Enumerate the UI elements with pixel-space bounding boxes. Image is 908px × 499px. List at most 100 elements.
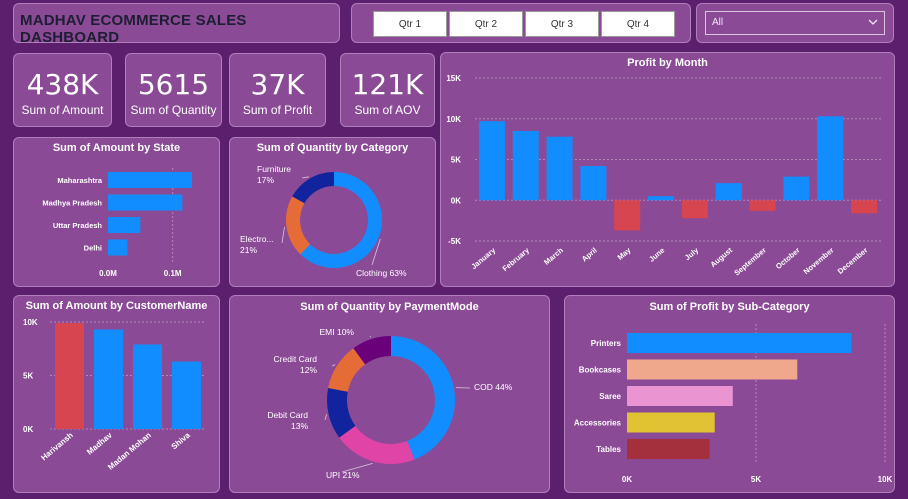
leader-line: [301, 176, 309, 179]
donut-slice: [286, 196, 311, 255]
bar: [783, 176, 810, 201]
bar: [627, 333, 852, 353]
category-label: Harivansh: [39, 431, 75, 463]
bar: [172, 361, 201, 429]
category-label: Maharashtra: [57, 176, 102, 185]
y-tick-label: 5K: [451, 156, 461, 165]
quantity-by-paymentmode-svg: COD 44% UPI 21% Debit Card 13% Credit Card 12…: [267, 327, 513, 480]
bar: [108, 217, 141, 233]
category-label: November: [802, 246, 836, 277]
bar: [512, 130, 539, 201]
quarter-button-3[interactable]: Qtr 3: [525, 11, 599, 37]
quarter-button-1[interactable]: Qtr 1: [373, 11, 447, 37]
slice-label: Clothing 63%: [356, 268, 407, 278]
leader-line: [369, 335, 371, 338]
bar: [627, 412, 715, 433]
bar: [133, 344, 162, 429]
chevron-down-icon: [868, 19, 878, 25]
bar: [627, 359, 798, 380]
quarter-button-4[interactable]: Qtr 4: [601, 11, 675, 37]
category-label: December: [836, 246, 870, 276]
kpi-value: 438K: [26, 68, 99, 101]
y-tick-label: 5K: [23, 372, 33, 381]
donut-slice: [339, 425, 415, 464]
kpi-label: Sum of Quantity: [130, 103, 217, 117]
amount-by-customer-svg: 10K 5K 0K Harivansh MadhavMadan Mohan Shiva: [23, 318, 206, 472]
amount-by-state-chart: Sum of Amount by State 0.0M 0.1M Maharasht…: [13, 137, 220, 287]
bar: [681, 200, 708, 219]
dropdown-value: All: [712, 17, 724, 28]
bar: [648, 196, 675, 201]
bar: [55, 323, 84, 429]
bar: [478, 121, 505, 201]
quarter-slicer: Qtr 1 Qtr 2 Qtr 3 Qtr 4: [351, 3, 691, 43]
category-label: Bookcases: [579, 366, 622, 375]
category-label: Accessories: [574, 419, 622, 428]
category-label: April: [580, 246, 599, 264]
quarter-button-2[interactable]: Qtr 2: [449, 11, 523, 37]
profit-by-month-svg: 15K 10K 5K 0K -5K January February March April Ma…: [446, 74, 881, 278]
bar: [108, 194, 183, 211]
kpi-label: Sum of AOV: [354, 103, 421, 117]
kpi-value: 5615: [137, 68, 210, 101]
category-label: February: [501, 245, 532, 273]
y-tick-label: 10K: [23, 318, 38, 327]
kpi-value: 37K: [250, 68, 305, 101]
slice-label: Debit Card 13%: [267, 410, 308, 431]
x-tick-label: 0.0M: [99, 269, 117, 278]
slice-label: Credit Card 12%: [274, 354, 318, 375]
category-label: July: [683, 245, 701, 262]
category-label: Madhav: [85, 430, 114, 456]
category-label: Delhi: [84, 244, 102, 253]
quantity-by-paymentmode-chart: Sum of Quantity by PaymentMode COD 44% UP…: [229, 295, 550, 493]
bar: [108, 239, 128, 256]
slice-label: EMI 10%: [320, 327, 355, 337]
category-label: Madhya Pradesh: [42, 199, 102, 208]
category-label: Saree: [599, 392, 621, 401]
category-label: Shiva: [170, 430, 193, 451]
bar: [627, 439, 710, 459]
kpi-card-amount: 438K Sum of Amount: [13, 53, 112, 127]
slice-label: UPI 21%: [326, 470, 360, 480]
donut-slice: [292, 172, 334, 204]
category-label: September: [732, 246, 768, 278]
bar: [546, 136, 573, 201]
bar: [817, 116, 844, 201]
bar: [851, 200, 878, 214]
slice-label: COD 44%: [474, 382, 513, 392]
leader-line: [281, 226, 285, 244]
bar: [580, 166, 607, 201]
profit-by-month-chart: Profit by Month 15K 10K 5K 0K -5K January Febr…: [440, 52, 895, 287]
y-tick-label: 15K: [446, 74, 461, 83]
amount-by-state-svg: 0.0M 0.1M Maharashtra Madhya Pradesh Uttar P…: [42, 168, 193, 278]
leader-line: [324, 414, 327, 421]
page-title: MADHAV ECOMMERCE SALES DASHBOARD: [20, 12, 247, 46]
bar: [614, 200, 641, 231]
filter-dropdown[interactable]: All: [705, 11, 885, 35]
category-label: Tables: [596, 445, 621, 454]
bar: [749, 200, 776, 211]
dashboard-title-panel: MADHAV ECOMMERCE SALES DASHBOARD: [13, 3, 340, 46]
category-label: August: [708, 245, 734, 269]
bar: [627, 386, 733, 406]
bar: [108, 172, 193, 188]
y-tick-label: 0K: [23, 425, 33, 434]
profit-by-subcategory-svg: 0K 5K 10K Printers Bookcases Saree Accessories…: [574, 324, 893, 484]
category-label: June: [647, 246, 666, 264]
kpi-label: Sum of Profit: [242, 103, 313, 117]
kpi-label: Sum of Amount: [21, 103, 104, 117]
category-label: Madan Mohan: [106, 431, 153, 472]
x-tick-label: 0.1M: [164, 269, 182, 278]
slice-label: Electro... 21%: [240, 234, 274, 255]
quantity-by-category-chart: Sum of Quantity by Category Clothing 63%…: [229, 137, 436, 287]
kpi-value: 121K: [351, 68, 424, 101]
slice-label: Furniture 17%: [257, 164, 291, 185]
x-tick-label: 10K: [878, 475, 893, 484]
filter-panel: All: [696, 3, 894, 43]
category-label: January: [469, 245, 497, 271]
kpi-card-aov: 121K Sum of AOV: [340, 53, 435, 127]
profit-by-subcategory-chart: Sum of Profit by Sub-Category 0K 5K 10K Pri…: [564, 295, 895, 493]
donut-slice: [391, 336, 455, 460]
bar: [94, 329, 123, 429]
x-tick-label: 0K: [622, 475, 632, 484]
